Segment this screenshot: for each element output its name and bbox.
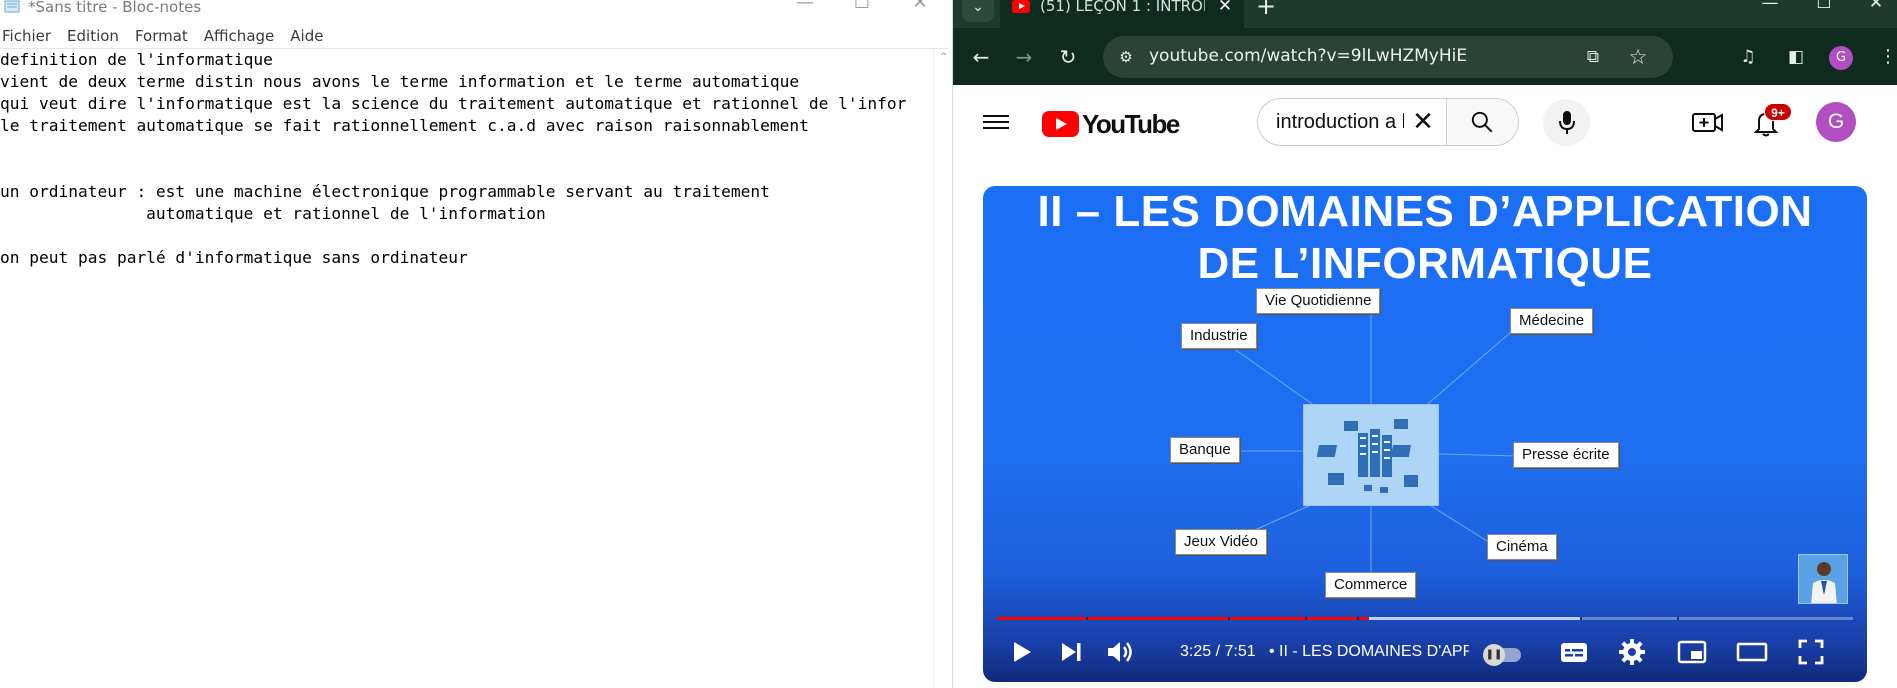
chapter-marker [1305, 617, 1307, 620]
microphone-icon [1559, 111, 1575, 134]
time-display: 3:25 / 7:51 [1180, 643, 1256, 660]
new-tab-plus-icon[interactable]: + [1253, 0, 1279, 19]
next-video-icon[interactable] [1055, 636, 1087, 668]
text-line [0, 225, 930, 247]
miniplayer-icon[interactable] [1676, 636, 1708, 668]
notification-count-badge: 9+ [1764, 103, 1792, 121]
notepad-title: *Sans titre - Bloc-notes [28, 0, 202, 16]
text-line: qui veut dire l'informatique est la scie… [0, 94, 907, 113]
menu-aide[interactable]: Aide [290, 25, 331, 47]
clear-search-icon[interactable]: ✕ [1408, 107, 1438, 137]
chapter-marker [1086, 617, 1088, 620]
play-icon[interactable] [1005, 636, 1037, 668]
notepad-text-area[interactable]: definition de l'informatique vient de de… [0, 49, 930, 688]
text-line: un ordinateur : est une machine électron… [0, 182, 770, 201]
voice-search-button[interactable] [1543, 99, 1590, 146]
back-arrow-icon[interactable]: ← [966, 42, 996, 72]
address-bar[interactable]: ⚙ youtube.com/watch?v=9lLwHZMyHiE ⧉ ☆ [1103, 36, 1673, 78]
close-icon[interactable]: ✕ [890, 0, 950, 16]
youtube-account-avatar[interactable]: G [1816, 102, 1856, 142]
text-line [0, 137, 930, 159]
youtube-logo-text: YouTube [1082, 109, 1180, 139]
pause-icon: ❚❚ [1483, 644, 1505, 666]
label-cinema: Cinéma [1487, 534, 1557, 560]
youtube-logo[interactable]: YouTube [1042, 109, 1182, 139]
progress-bar[interactable] [997, 617, 1853, 620]
menu-edition[interactable]: Edition [67, 25, 127, 47]
menu-fichier[interactable]: Fichier [0, 25, 59, 47]
youtube-favicon-icon [1012, 0, 1030, 13]
browser-window: ⌄ (51) LEÇON 1 : INTRODUCTION ✕ + — ☐ ✕ … [953, 0, 1897, 688]
text-line: le traitement automatique se fait ration… [0, 116, 809, 135]
menu-affichage[interactable]: Affichage [204, 25, 282, 47]
minimize-icon[interactable]: — [1745, 0, 1795, 16]
site-info-icon[interactable]: ⚙ [1113, 44, 1139, 70]
maximize-icon[interactable]: ☐ [1799, 0, 1849, 16]
chapter-marker [1357, 617, 1359, 620]
scroll-up-icon[interactable]: ⌃ [934, 49, 953, 66]
reload-icon[interactable]: ↻ [1053, 42, 1083, 72]
presenter-thumbnail [1798, 554, 1848, 604]
tab-close-icon[interactable]: ✕ [1214, 0, 1236, 17]
install-app-icon[interactable]: ⧉ [1580, 45, 1606, 69]
servers-devices-icon [1316, 419, 1418, 493]
theater-mode-icon[interactable] [1735, 636, 1769, 668]
progress-played [997, 617, 1370, 620]
label-jeux-video: Jeux Vidéo [1175, 529, 1267, 555]
label-banque: Banque [1170, 437, 1240, 463]
label-vie-quotidienne: Vie Quotidienne [1256, 288, 1381, 314]
notepad-window: *Sans titre - Bloc-notes — ☐ ✕ Fichier E… [0, 0, 952, 688]
text-line: on peut pas parlé d'informatique sans or… [0, 248, 468, 267]
side-panel-icon[interactable]: ◧ [1781, 43, 1811, 71]
notepad-menubar: Fichier Edition Format Affichage Aide [0, 25, 339, 47]
search-box: ✕ [1257, 98, 1519, 146]
maximize-icon[interactable]: ☐ [832, 0, 892, 16]
search-icon [1471, 111, 1493, 133]
tab-title: (51) LEÇON 1 : INTRODUCTION [1040, 0, 1205, 15]
player-controls: 3:25 / 7:51 • II - LES DOMAINES D'APPLIC… [983, 626, 1867, 682]
text-line [0, 159, 930, 181]
hamburger-menu-icon[interactable] [983, 111, 1009, 133]
create-video-icon[interactable] [1691, 108, 1725, 136]
vertical-scrollbar[interactable]: ⌃ [933, 49, 952, 688]
browser-toolbar: ← → ↻ ⚙ youtube.com/watch?v=9lLwHZMyHiE … [953, 28, 1897, 85]
bookmark-star-icon[interactable]: ☆ [1625, 44, 1651, 70]
close-icon[interactable]: ✕ [1851, 0, 1897, 16]
label-medecine: Médecine [1510, 308, 1594, 334]
forward-arrow-icon[interactable]: → [1009, 42, 1039, 72]
tab-youtube[interactable]: (51) LEÇON 1 : INTRODUCTION ✕ [1000, 0, 1244, 28]
search-input[interactable] [1276, 99, 1404, 145]
autoplay-toggle[interactable]: ❚❚ [1483, 644, 1521, 666]
computing-illustration [1303, 404, 1439, 506]
chapter-marker [1228, 617, 1230, 620]
browser-menu-kebab-icon[interactable]: ⋮ [1878, 43, 1897, 71]
volume-icon[interactable] [1103, 636, 1135, 668]
search-button[interactable] [1447, 99, 1518, 145]
text-line: automatique et rationnel de l'informatio… [0, 204, 546, 223]
youtube-header: YouTube ✕ [953, 85, 1897, 160]
minimize-icon[interactable]: — [775, 0, 835, 16]
chapter-marker [1677, 617, 1679, 620]
tab-strip: ⌄ (51) LEÇON 1 : INTRODUCTION ✕ + — ☐ ✕ [953, 0, 1897, 28]
chapter-title[interactable]: • II - LES DOMAINES D'APPLIC... [1269, 643, 1469, 661]
media-controls-icon[interactable]: ♫ [1733, 43, 1763, 71]
subtitles-icon[interactable] [1558, 636, 1590, 668]
label-industrie: Industrie [1181, 323, 1257, 349]
tab-search-chevron-icon[interactable]: ⌄ [962, 0, 994, 22]
video-player[interactable]: II – LES DOMAINES D’APPLICATION DE L’INF… [983, 186, 1867, 682]
chapter-marker [1580, 617, 1582, 620]
label-commerce: Commerce [1325, 572, 1417, 598]
text-line: definition de l'informatique [0, 50, 273, 69]
fullscreen-icon[interactable] [1795, 636, 1827, 668]
menu-format[interactable]: Format [135, 25, 196, 47]
settings-gear-icon[interactable] [1616, 636, 1648, 668]
label-presse-ecrite: Presse écrite [1513, 442, 1619, 468]
text-line: vient de deux terme distin nous avons le… [0, 72, 800, 91]
presenter-figure-icon [1811, 562, 1837, 603]
notepad-app-icon [4, 0, 20, 13]
youtube-play-logo-icon [1042, 111, 1079, 137]
url-text[interactable]: youtube.com/watch?v=9lLwHZMyHiE [1149, 46, 1467, 66]
notepad-titlebar: *Sans titre - Bloc-notes — ☐ ✕ [0, 0, 952, 18]
browser-profile-avatar[interactable]: G [1829, 46, 1853, 70]
